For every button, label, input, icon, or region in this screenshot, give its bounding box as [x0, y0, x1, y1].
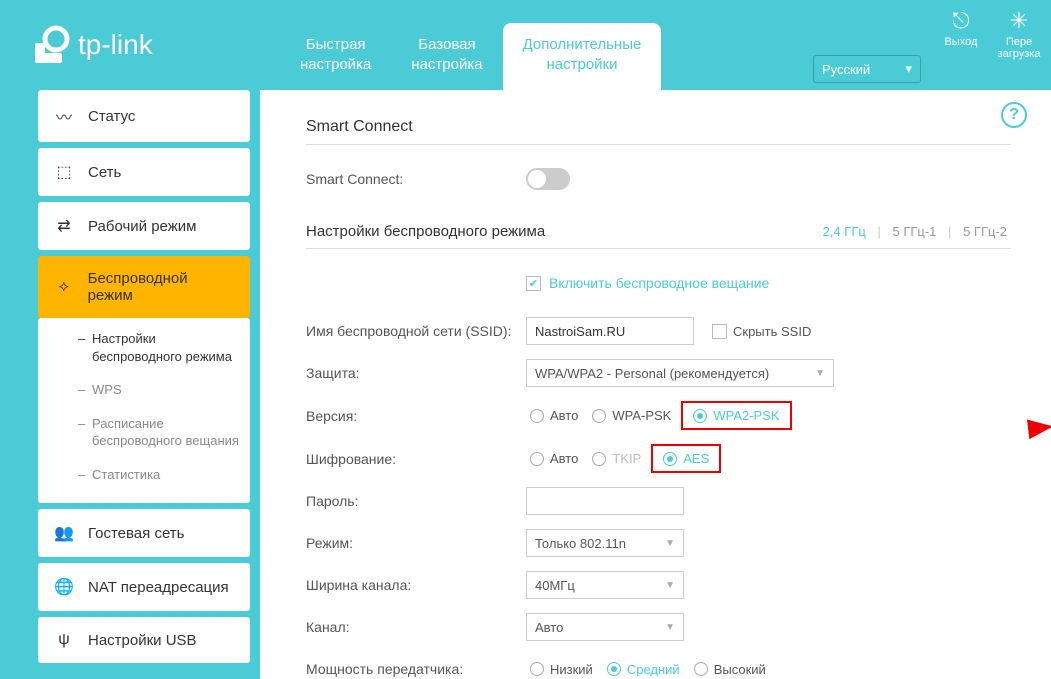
tab-basic-setup[interactable]: Базовая настройка	[391, 23, 502, 90]
section-title-smart-connect: Smart Connect	[306, 118, 1011, 145]
band-tabs: 2,4 ГГц | 5 ГГц-1 | 5 ГГц-2	[819, 224, 1011, 239]
password-label: Пароль:	[306, 493, 526, 509]
enable-wireless-label: Включить беспроводное вещание	[549, 275, 769, 291]
tplink-logo-icon	[30, 25, 70, 65]
cipher-radio-tkip[interactable]: TKIP	[588, 448, 645, 469]
txpower-label: Мощность передатчика:	[306, 661, 526, 677]
ssid-label: Имя беспроводной сети (SSID):	[306, 323, 526, 339]
txpower-radio-high[interactable]: Высокий	[690, 659, 770, 679]
people-icon: 👥	[54, 523, 74, 543]
version-radio-wpa-psk[interactable]: WPA-PSK	[588, 405, 675, 426]
section-title-wireless: Настройки беспроводного режима	[306, 223, 545, 240]
help-button[interactable]: ?	[1001, 102, 1027, 128]
cipher-radio-auto[interactable]: Авто	[526, 448, 582, 469]
ssid-input[interactable]	[526, 317, 694, 345]
cipher-radio-aes[interactable]: AES	[659, 448, 713, 469]
brand-logo: tp-link	[30, 25, 153, 65]
reboot-button[interactable]: ✳ Пере загрузка	[991, 8, 1047, 60]
chevron-down-icon: ▼	[815, 368, 825, 379]
loading-icon: ✳	[991, 8, 1047, 34]
cipher-label: Шифрование:	[306, 451, 526, 467]
language-select[interactable]: Русский ▾	[813, 55, 921, 83]
enable-wireless-checkbox[interactable]: ✔	[526, 276, 541, 291]
sidebar-sub-statistics[interactable]: Статистика	[38, 458, 250, 492]
brand-name: tp-link	[78, 29, 153, 61]
smart-connect-toggle[interactable]	[526, 168, 570, 190]
security-select[interactable]: WPA/WPA2 - Personal (рекомендуется)▼	[526, 359, 834, 387]
sidebar-item-status[interactable]: 〰Статус	[38, 90, 250, 142]
wifi-icon: ⟡	[54, 278, 74, 296]
tab-quick-setup[interactable]: Быстрая настройка	[280, 23, 391, 90]
security-label: Защита:	[306, 365, 526, 381]
txpower-radio-low[interactable]: Низкий	[526, 659, 597, 679]
chevron-down-icon: ▾	[905, 61, 912, 77]
sidebar-sub-schedule[interactable]: Расписание беспроводного вещания	[38, 407, 250, 458]
width-label: Ширина канала:	[306, 577, 526, 593]
sidebar-item-nat[interactable]: 🌐NAT переадресация	[38, 563, 250, 611]
version-radio-auto[interactable]: Авто	[526, 405, 582, 426]
password-input[interactable]	[526, 487, 684, 515]
language-value: Русский	[822, 62, 870, 77]
pulse-icon: 〰	[54, 104, 74, 128]
chevron-down-icon: ▼	[665, 580, 675, 591]
mode-select[interactable]: Только 802.11n▼	[526, 529, 684, 557]
version-label: Версия:	[306, 408, 526, 424]
channel-label: Канал:	[306, 619, 526, 635]
content-panel: ? Smart Connect Smart Connect: Настройки…	[260, 90, 1051, 679]
sidebar-item-opmode[interactable]: ⇄Рабочий режим	[38, 202, 250, 250]
sidebar: 〰Статус ⬚Сеть ⇄Рабочий режим ⟡Беспроводн…	[0, 90, 260, 679]
channel-select[interactable]: Авто▼	[526, 613, 684, 641]
sidebar-sub-wps[interactable]: WPS	[38, 373, 250, 407]
logout-button[interactable]: ⎋ Выход	[933, 8, 989, 48]
txpower-radio-mid[interactable]: Средний	[603, 659, 684, 679]
usb-icon: ψ	[54, 631, 74, 649]
band-tab-5ghz-2[interactable]: 5 ГГц-2	[959, 224, 1011, 239]
sidebar-item-wireless[interactable]: ⟡Беспроводной режим	[38, 256, 250, 318]
logout-icon: ⎋	[933, 8, 989, 34]
tab-advanced-setup[interactable]: Дополнительные настройки	[503, 23, 662, 90]
sidebar-sub-wireless-settings[interactable]: Настройки беспроводного режима	[38, 322, 250, 373]
band-tab-24ghz[interactable]: 2,4 ГГц	[819, 224, 870, 239]
sidebar-item-usb[interactable]: ψНастройки USB	[38, 617, 250, 663]
mode-label: Режим:	[306, 535, 526, 551]
chevron-down-icon: ▼	[665, 622, 675, 633]
sidebar-item-network[interactable]: ⬚Сеть	[38, 148, 250, 196]
hide-ssid-checkbox[interactable]: Скрыть SSID	[712, 324, 811, 339]
channel-width-select[interactable]: 40МГц▼	[526, 571, 684, 599]
arrows-icon: ⇄	[54, 216, 74, 236]
band-tab-5ghz-1[interactable]: 5 ГГц-1	[888, 224, 940, 239]
smart-connect-label: Smart Connect:	[306, 171, 526, 187]
sidebar-item-guest[interactable]: 👥Гостевая сеть	[38, 509, 250, 557]
chevron-down-icon: ▼	[665, 538, 675, 549]
version-radio-wpa2-psk[interactable]: WPA2-PSK	[689, 405, 783, 426]
network-icon: ⬚	[54, 162, 74, 182]
globe-icon: 🌐	[54, 577, 74, 597]
